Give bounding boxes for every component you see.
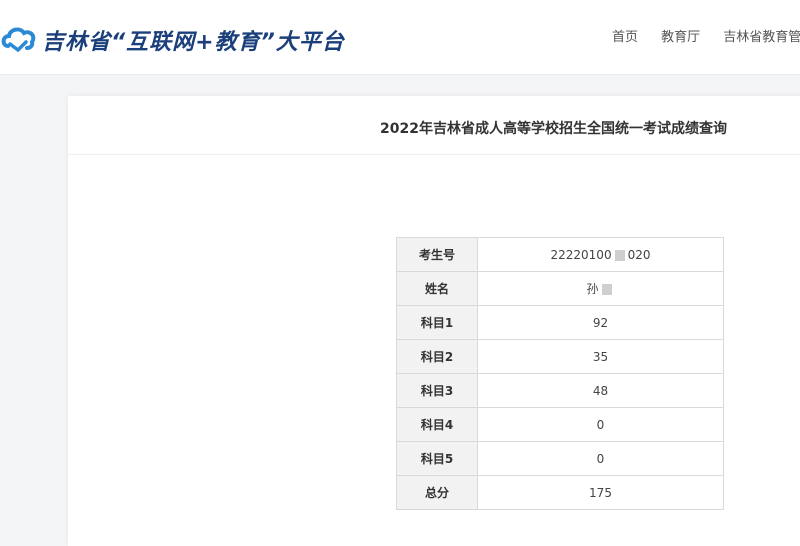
- table-row: 科目3 48: [396, 373, 724, 408]
- row-value-text: 0: [596, 417, 605, 432]
- row-value-text: 孙: [586, 282, 599, 296]
- divider: [68, 154, 800, 155]
- top-nav: 首页 教育厅 吉林省教育管理: [612, 26, 800, 45]
- row-value-text: 92: [592, 315, 609, 330]
- row-value-text: 35: [592, 349, 609, 364]
- redaction-mark: [601, 284, 612, 295]
- row-value: 0: [477, 441, 724, 476]
- nav-item-home[interactable]: 首页: [612, 26, 638, 45]
- site-title[interactable]: 吉林省“互联网+教育”大平台: [42, 24, 345, 56]
- row-label: 科目5: [396, 441, 478, 476]
- table-row: 科目1 92: [396, 305, 724, 340]
- site-header: 吉林省“互联网+教育”大平台 首页 教育厅 吉林省教育管理: [0, 0, 800, 75]
- nav-item-education-department[interactable]: 教育厅: [661, 26, 700, 45]
- score-table: 考生号 22220100 020 姓名 孙科目1 92 科目2 35 科目3 48 科目4 0 科目5 0…: [396, 237, 724, 510]
- nav-item-education-management[interactable]: 吉林省教育管理: [723, 26, 800, 45]
- row-value: 92: [477, 305, 724, 340]
- row-value: 22220100 020: [477, 237, 724, 272]
- row-value-text: 175: [589, 485, 612, 500]
- row-value: 35: [477, 339, 724, 374]
- row-label: 总分: [396, 475, 478, 510]
- table-row: 姓名 孙: [396, 271, 724, 306]
- row-value-text: 48: [592, 383, 609, 398]
- row-value-text: 0: [596, 451, 605, 466]
- row-label: 科目2: [396, 339, 478, 374]
- row-label: 科目1: [396, 305, 478, 340]
- page-title: 2022年吉林省成人高等学校招生全国统一考试成绩查询: [380, 121, 727, 137]
- row-value-text: 22220100: [550, 247, 612, 262]
- row-label: 考生号: [396, 237, 478, 272]
- table-row: 考生号 22220100 020: [396, 237, 724, 272]
- table-row: 科目4 0: [396, 407, 724, 442]
- row-value-suffix: 020: [627, 247, 651, 262]
- row-label: 科目3: [396, 373, 478, 408]
- results-card: 2022年吉林省成人高等学校招生全国统一考试成绩查询 考生号 22220100 02…: [68, 96, 800, 546]
- redaction-mark: [614, 249, 625, 261]
- row-value: 孙: [477, 271, 724, 306]
- row-label: 科目4: [396, 407, 478, 442]
- row-value: 175: [477, 475, 724, 510]
- row-label: 姓名: [396, 271, 478, 306]
- row-value: 48: [477, 373, 724, 408]
- table-row: 科目2 35: [396, 339, 724, 374]
- row-value: 0: [477, 407, 724, 442]
- table-row: 总分 175: [396, 475, 724, 510]
- cloud-logo-icon[interactable]: [0, 22, 38, 54]
- table-row: 科目5 0: [396, 441, 724, 476]
